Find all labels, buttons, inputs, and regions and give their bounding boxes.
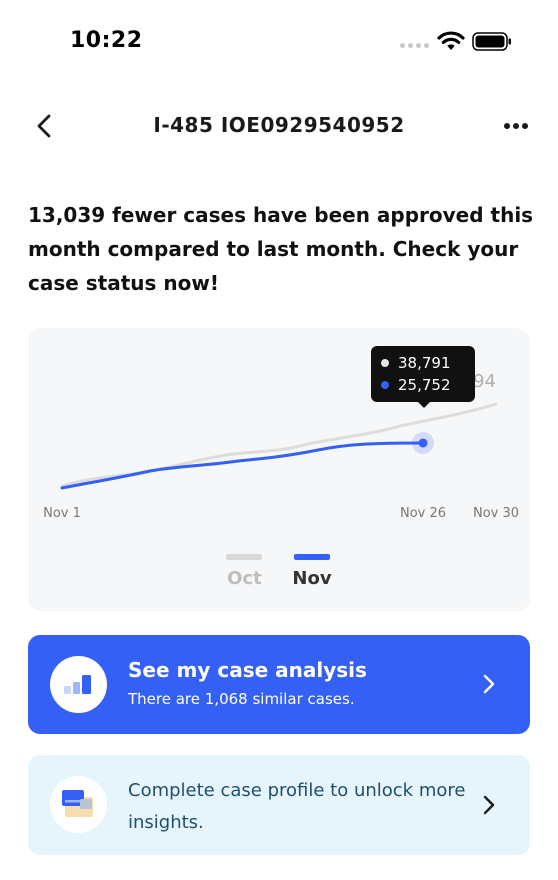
analysis-title: See my case analysis	[128, 658, 367, 682]
x-tick-label: Nov 30	[473, 506, 519, 521]
end-value-label: 94	[473, 371, 496, 392]
status-time: 10:22	[70, 28, 143, 53]
x-tick-label: Nov 26	[400, 506, 446, 521]
wifi-icon	[437, 31, 465, 50]
cellular-signal-icon	[400, 43, 429, 48]
legend-dot	[381, 359, 389, 367]
analysis-subtitle: There are 1,068 similar cases.	[128, 690, 355, 708]
status-bar: 10:22	[0, 0, 558, 80]
more-horizontal-icon	[504, 123, 528, 129]
legend-swatch	[293, 554, 330, 560]
chevron-right-icon	[483, 795, 495, 815]
headline-text: 13,039 fewer cases have been approved th…	[28, 203, 534, 295]
tooltip-row-oct: 38,791	[381, 352, 465, 374]
battery-icon	[472, 32, 511, 51]
legend-dot	[381, 381, 389, 389]
x-tick-label: Nov 1	[43, 506, 81, 521]
chevron-right-icon	[483, 674, 495, 694]
more-options-button[interactable]	[498, 112, 534, 140]
legend-swatch	[226, 554, 263, 560]
chart-card: 94 Nov 1 Nov 26 Nov 30 38,791 25,752 Oct…	[28, 328, 530, 612]
tooltip-value-nov: 25,752	[398, 376, 451, 394]
case-analysis-button[interactable]: See my case analysis There are 1,068 sim…	[28, 635, 530, 734]
complete-profile-button[interactable]: Complete case profile to unlock more ins…	[28, 755, 530, 855]
legend-label: Nov	[292, 568, 332, 589]
profile-icon-badge	[50, 776, 107, 833]
bar-chart-icon	[64, 675, 91, 694]
tooltip-row-nov: 25,752	[381, 374, 465, 396]
folder-profile-icon	[62, 790, 93, 817]
analysis-icon-badge	[50, 656, 107, 713]
series-line-nov	[60, 441, 425, 490]
legend-item-oct[interactable]: Oct	[226, 554, 263, 589]
tooltip-value-oct: 38,791	[398, 354, 451, 372]
page-title: I-485 IOE0929540952	[153, 113, 405, 137]
legend-label: Oct	[227, 568, 262, 589]
active-data-point[interactable]	[418, 438, 428, 448]
chart-legend: Oct Nov	[28, 554, 530, 589]
profile-prompt-text: Complete case profile to unlock more ins…	[128, 780, 466, 833]
chart-tooltip: 38,791 25,752	[371, 346, 475, 408]
nav-bar: I-485 IOE0929540952	[0, 100, 558, 152]
legend-item-nov[interactable]: Nov	[292, 554, 332, 589]
